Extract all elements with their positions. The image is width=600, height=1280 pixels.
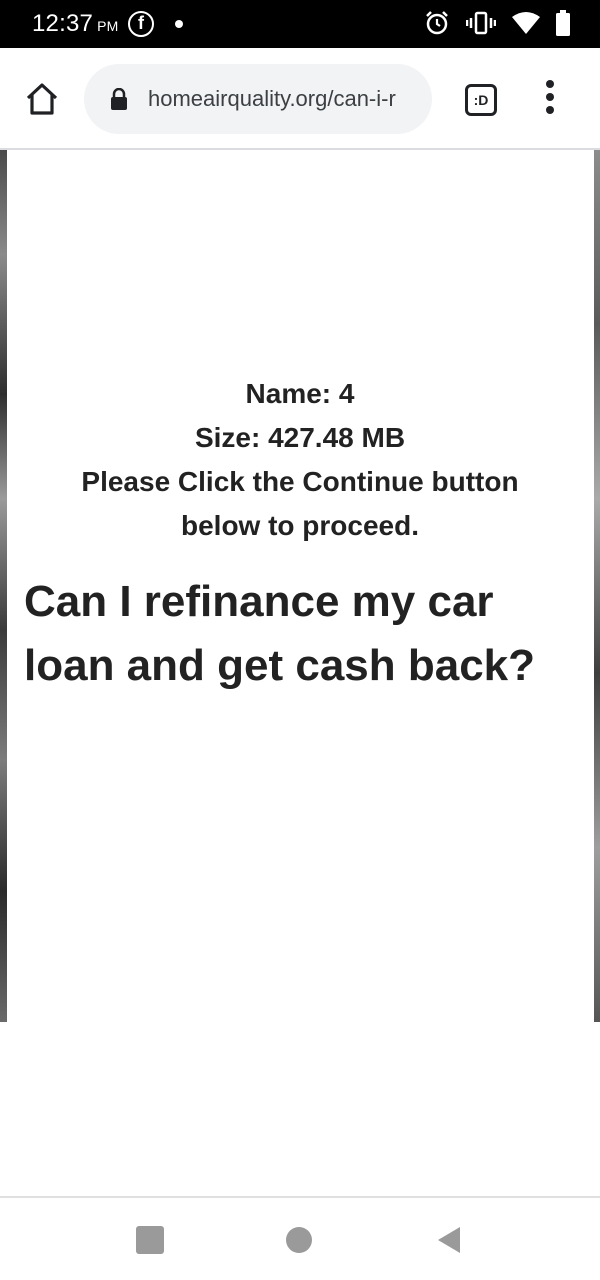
notification-dot-icon [175, 20, 183, 28]
status-bar: 12:37 PM f [0, 0, 600, 48]
recents-icon[interactable] [136, 1226, 164, 1254]
blank-area [0, 1022, 600, 1197]
facebook-icon: f [128, 11, 154, 37]
background-image-edge-left [0, 150, 7, 1022]
menu-dot [546, 80, 554, 88]
home-circle-icon[interactable] [286, 1227, 312, 1253]
address-bar[interactable]: homeairquality.org/can-i-r [84, 64, 432, 134]
battery-icon [556, 10, 570, 36]
menu-dot [546, 106, 554, 114]
browser-toolbar: homeairquality.org/can-i-r :D [0, 48, 600, 150]
alarm-icon [426, 11, 448, 35]
status-icons [424, 10, 570, 36]
file-name: Name: 4 [245, 378, 355, 409]
page-viewport: Name: 4 Size: 427.48 MB Please Click the… [0, 150, 600, 1022]
back-icon[interactable] [436, 1226, 462, 1254]
file-size: Size: 427.48 MB [194, 422, 406, 453]
instruction-text: Please Click the Continue button below t… [81, 466, 519, 541]
wifi-icon [512, 12, 540, 34]
status-ampm: PM [97, 18, 119, 34]
overflow-menu-icon[interactable] [542, 80, 558, 120]
status-time: 12:37 PM [32, 10, 118, 38]
tab-switcher-icon[interactable]: :D [465, 84, 497, 116]
file-info: Name: 4 Size: 427.48 MB Please Click the… [40, 372, 560, 548]
url-text: homeairquality.org/can-i-r [148, 86, 396, 111]
background-image-edge-right [594, 150, 600, 1022]
lock-icon [111, 88, 127, 110]
article-title: Can I refinance my car loan and get cash… [24, 577, 536, 690]
vibrate-icon [466, 11, 496, 35]
status-clock: 12:37 [32, 10, 94, 37]
home-icon[interactable] [24, 81, 60, 117]
navigation-bar [0, 1196, 600, 1280]
menu-dot [546, 93, 554, 101]
